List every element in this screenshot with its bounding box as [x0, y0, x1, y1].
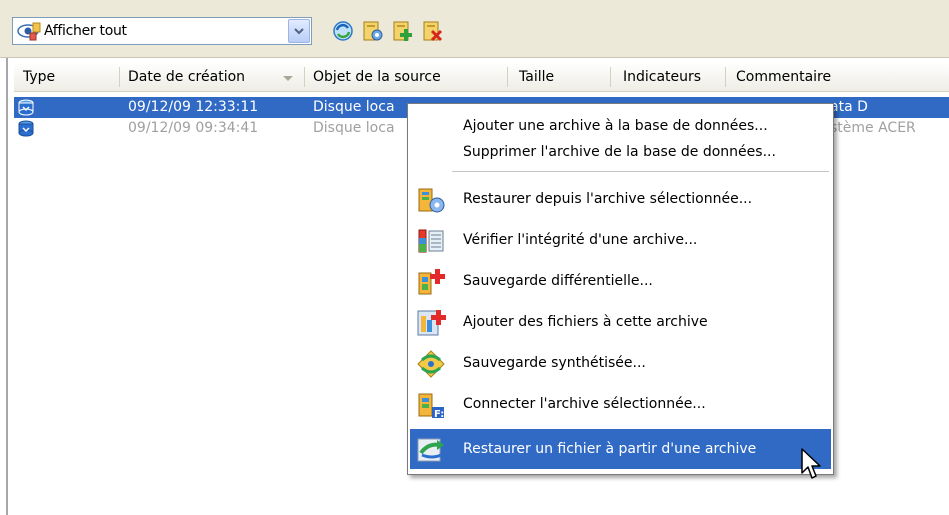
column-comment[interactable]: Commentaire [727, 62, 927, 92]
filter-dropdown[interactable]: Afficher tout [12, 17, 312, 45]
restore-archive-icon [416, 185, 446, 215]
synthetic-backup-icon [416, 349, 446, 379]
row-date: 09/12/09 12:33:11 [128, 99, 259, 115]
delete-archive-icon[interactable] [419, 17, 447, 45]
menu-item-remove-from-database[interactable]: Supprimer l'archive de la base de donnée… [410, 141, 831, 164]
menu-item-add-files[interactable]: Ajouter des fichiers à cette archive [410, 302, 831, 342]
menu-item-label: Connecter l'archive sélectionnée... [463, 396, 706, 412]
menu-item-add-to-database[interactable]: Ajouter une archive à la base de données… [410, 115, 831, 138]
sort-descending-icon [283, 76, 293, 81]
restore-file-icon [416, 435, 446, 465]
mount-archive-icon: F: [416, 390, 446, 420]
column-divider[interactable] [610, 67, 611, 87]
archive-settings-icon[interactable] [359, 17, 387, 45]
toolbar: Afficher tout [0, 0, 949, 58]
menu-item-label: Restaurer un fichier à partir d'une arch… [463, 441, 757, 457]
menu-item-label: Sauvegarde différentielle... [463, 273, 653, 289]
menu-item-mount-archive[interactable]: F: Connecter l'archive sélectionnée... [410, 384, 831, 424]
menu-item-label: Sauvegarde synthétisée... [463, 355, 646, 371]
menu-item-label: Ajouter des fichiers à cette archive [463, 314, 708, 330]
menu-separator [452, 171, 829, 172]
add-archive-icon[interactable] [389, 17, 417, 45]
column-divider[interactable] [507, 67, 508, 87]
column-size[interactable]: Taille [510, 62, 610, 92]
row-comment: stème ACER [830, 120, 916, 136]
menu-item-differential-backup[interactable]: Sauvegarde différentielle... [410, 261, 831, 301]
menu-item-synthetic-backup[interactable]: Sauvegarde synthétisée... [410, 343, 831, 383]
menu-item-label: Ajouter une archive à la base de données… [463, 118, 768, 134]
row-source: Disque loca [313, 120, 395, 136]
menu-item-label: Supprimer l'archive de la base de donnée… [463, 144, 776, 160]
backup-archive-icon [18, 120, 34, 137]
column-flags[interactable]: Indicateurs [614, 62, 724, 92]
differential-backup-icon [416, 267, 446, 297]
pane-border [6, 58, 8, 515]
menu-item-label: Vérifier l'intégrité d'une archive... [463, 232, 698, 248]
column-source[interactable]: Objet de la source [304, 62, 507, 92]
column-divider[interactable] [725, 67, 726, 87]
menu-item-restore-file[interactable]: Restaurer un fichier à partir d'une arch… [410, 429, 831, 469]
refresh-icon[interactable] [329, 17, 357, 45]
chevron-down-icon[interactable] [288, 19, 310, 43]
verify-archive-icon [416, 226, 446, 256]
filter-value: Afficher tout [44, 23, 127, 39]
view-filter-icon [16, 20, 42, 42]
row-comment: ata D [830, 99, 868, 115]
svg-text:F:: F: [434, 409, 444, 420]
add-files-icon [416, 308, 446, 338]
column-header: Type Date de création Objet de la source… [14, 62, 949, 92]
backup-archive-icon [18, 99, 34, 116]
row-date: 09/12/09 09:34:41 [128, 120, 259, 136]
mouse-cursor-icon [800, 447, 822, 481]
row-source: Disque loca [313, 99, 395, 115]
menu-item-verify-archive[interactable]: Vérifier l'intégrité d'une archive... [410, 220, 831, 260]
column-date[interactable]: Date de création [119, 62, 304, 92]
context-menu: Ajouter une archive à la base de données… [407, 103, 834, 475]
column-type[interactable]: Type [14, 62, 119, 92]
menu-item-label: Restaurer depuis l'archive sélectionnée.… [463, 191, 753, 207]
menu-item-restore-archive[interactable]: Restaurer depuis l'archive sélectionnée.… [410, 179, 831, 219]
